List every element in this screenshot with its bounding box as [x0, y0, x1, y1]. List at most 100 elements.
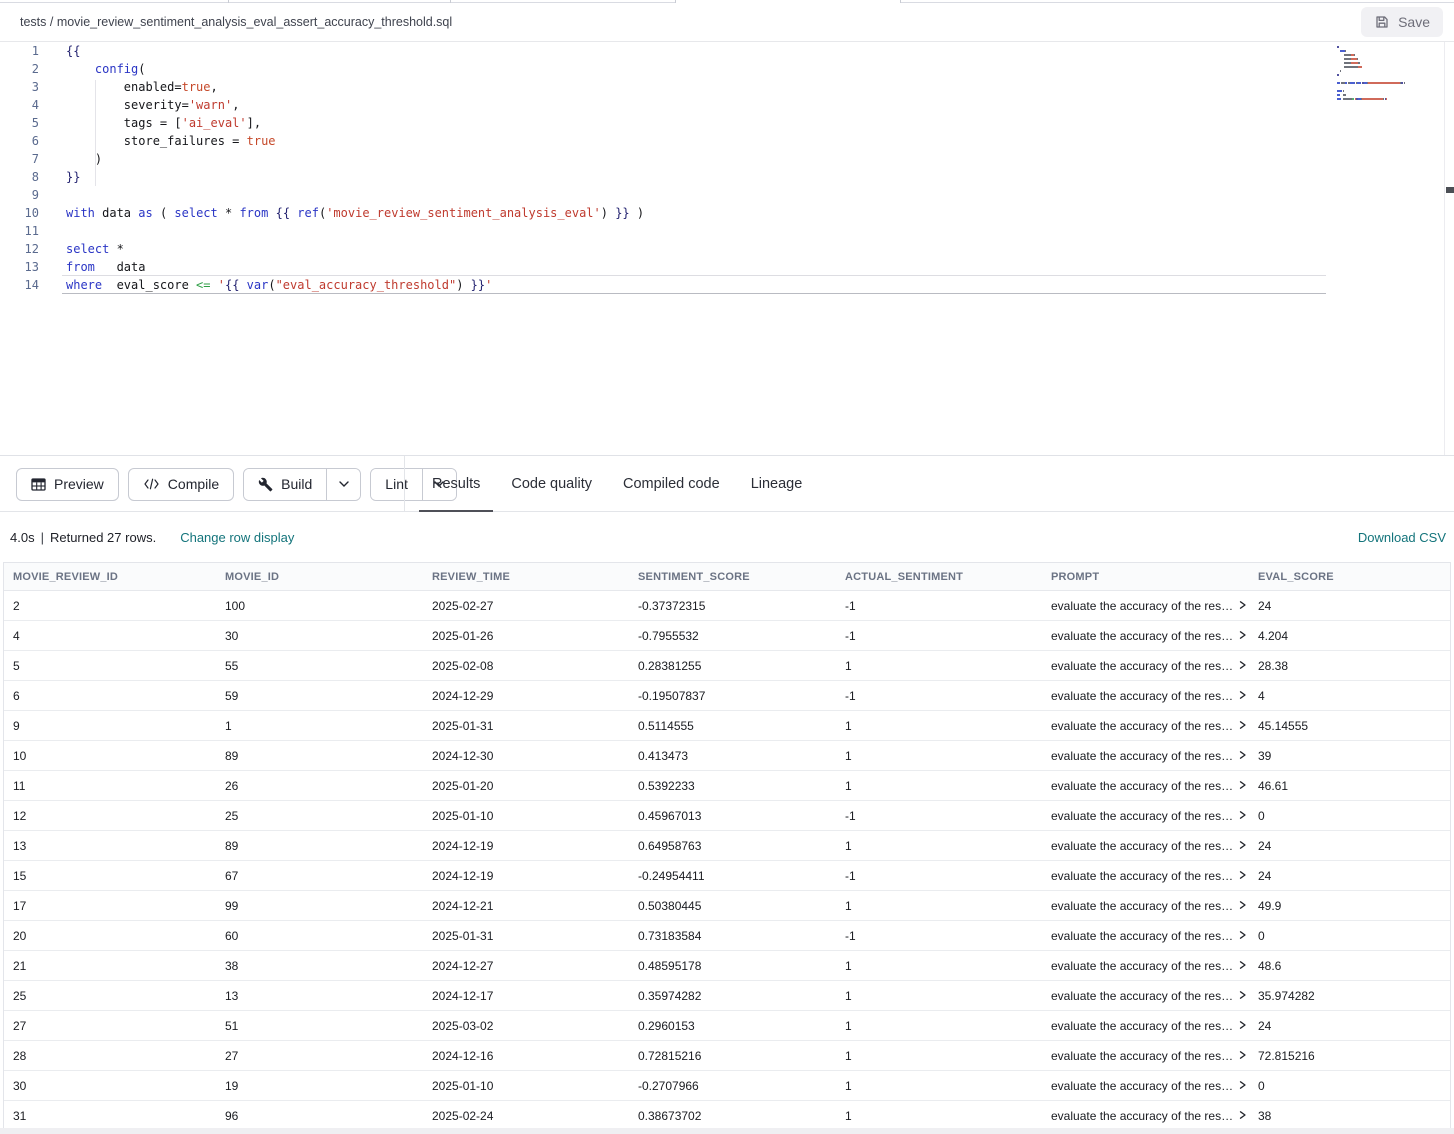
table-cell-eval-score: 45.14555 — [1249, 719, 1450, 733]
expand-prompt-chevron-icon[interactable] — [1238, 1080, 1247, 1090]
table-cell: 27 — [216, 1049, 423, 1063]
prompt-preview-text: evaluate the accuracy of the res… — [1051, 869, 1233, 883]
build-button[interactable]: Build — [244, 469, 326, 500]
chevron-down-icon — [339, 481, 349, 487]
expand-prompt-chevron-icon[interactable] — [1238, 1050, 1247, 1060]
table-cell-prompt: evaluate the accuracy of the res… — [1042, 659, 1249, 673]
expand-prompt-chevron-icon[interactable] — [1238, 1020, 1247, 1030]
minimap[interactable] — [1337, 46, 1417, 102]
table-cell: -1 — [836, 629, 1042, 643]
prompt-preview-text: evaluate the accuracy of the res… — [1051, 779, 1233, 793]
table-cell-eval-score: 24 — [1249, 869, 1450, 883]
expand-prompt-chevron-icon[interactable] — [1238, 1110, 1247, 1120]
build-dropdown-button[interactable] — [326, 469, 360, 500]
code-editor[interactable]: 1{{2 config(3 enabled=true,4 severity='w… — [0, 42, 1454, 455]
table-cell: 0.72815216 — [629, 1049, 836, 1063]
table-cell: 1 — [836, 749, 1042, 763]
table-cell: 89 — [216, 749, 423, 763]
expand-prompt-chevron-icon[interactable] — [1238, 780, 1247, 790]
table-cell: -0.2707966 — [629, 1079, 836, 1093]
table-cell-prompt: evaluate the accuracy of the res… — [1042, 959, 1249, 973]
table-cell: 0.45967013 — [629, 809, 836, 823]
table-cell: -0.24954411 — [629, 869, 836, 883]
table-cell-eval-score: 35.974282 — [1249, 989, 1450, 1003]
horizontal-scrollbar-track[interactable] — [0, 1128, 1454, 1134]
table-row: 12252025-01-100.45967013-1evaluate the a… — [4, 801, 1450, 831]
expand-prompt-chevron-icon[interactable] — [1238, 960, 1247, 970]
line-number: 11 — [0, 222, 56, 240]
expand-prompt-chevron-icon[interactable] — [1238, 810, 1247, 820]
expand-prompt-chevron-icon[interactable] — [1238, 840, 1247, 850]
table-row: 21002025-02-27-0.37372315-1evaluate the … — [4, 591, 1450, 621]
prompt-preview-text: evaluate the accuracy of the res… — [1051, 719, 1233, 733]
download-csv-link[interactable]: Download CSV — [1358, 530, 1446, 545]
preview-button[interactable]: Preview — [16, 468, 119, 501]
expand-prompt-chevron-icon[interactable] — [1238, 900, 1247, 910]
save-button[interactable]: Save — [1361, 7, 1443, 37]
expand-prompt-chevron-icon[interactable] — [1238, 870, 1247, 880]
table-cell-prompt: evaluate the accuracy of the res… — [1042, 989, 1249, 1003]
table-cell: 28 — [4, 1049, 216, 1063]
expand-prompt-chevron-icon[interactable] — [1238, 660, 1247, 670]
expand-prompt-chevron-icon[interactable] — [1238, 600, 1247, 610]
column-header-movie_review_id: MOVIE_REVIEW_ID — [4, 571, 216, 583]
tab-lineage[interactable]: Lineage — [751, 456, 803, 512]
table-cell: 0.50380445 — [629, 899, 836, 913]
compile-button[interactable]: Compile — [128, 468, 234, 501]
scrollbar-thumb[interactable] — [1446, 187, 1454, 193]
table-cell: 27 — [4, 1019, 216, 1033]
tab-results[interactable]: Results — [432, 456, 480, 512]
table-cell: 2025-01-10 — [423, 809, 629, 823]
table-cell: 2024-12-29 — [423, 689, 629, 703]
table-cell-prompt: evaluate the accuracy of the res… — [1042, 689, 1249, 703]
expand-prompt-chevron-icon[interactable] — [1238, 930, 1247, 940]
table-grid-icon — [31, 477, 46, 492]
table-cell: 55 — [216, 659, 423, 673]
table-cell: 6 — [4, 689, 216, 703]
code-line: 3 enabled=true, — [0, 78, 1454, 96]
code-line: 5 tags = ['ai_eval'], — [0, 114, 1454, 132]
expand-prompt-chevron-icon[interactable] — [1238, 750, 1247, 760]
prompt-preview-text: evaluate the accuracy of the res… — [1051, 839, 1233, 853]
prompt-preview-text: evaluate the accuracy of the res… — [1051, 989, 1233, 1003]
table-cell: 11 — [4, 779, 216, 793]
status-separator: | — [41, 530, 44, 545]
results-table: MOVIE_REVIEW_IDMOVIE_IDREVIEW_TIMESENTIM… — [3, 562, 1451, 1131]
table-cell: 89 — [216, 839, 423, 853]
table-cell: 10 — [4, 749, 216, 763]
code-line: 4 severity='warn', — [0, 96, 1454, 114]
table-cell: 1 — [836, 989, 1042, 1003]
code-line: 12select * — [0, 240, 1454, 258]
save-icon — [1374, 14, 1390, 30]
expand-prompt-chevron-icon[interactable] — [1238, 690, 1247, 700]
table-row: 4302025-01-26-0.7955532-1evaluate the ac… — [4, 621, 1450, 651]
active-line-highlight — [62, 275, 1326, 294]
line-number: 10 — [0, 204, 56, 222]
table-row: 25132024-12-170.359742821evaluate the ac… — [4, 981, 1450, 1011]
table-cell: 1 — [836, 659, 1042, 673]
table-cell: 2024-12-30 — [423, 749, 629, 763]
table-cell: 30 — [4, 1079, 216, 1093]
tab-compiled-code[interactable]: Compiled code — [623, 456, 720, 512]
tab-code-quality[interactable]: Code quality — [511, 456, 592, 512]
table-cell: 13 — [4, 839, 216, 853]
table-cell: 25 — [216, 809, 423, 823]
code-icon — [143, 478, 160, 490]
expand-prompt-chevron-icon[interactable] — [1238, 990, 1247, 1000]
editor-right-border — [1444, 42, 1445, 455]
table-cell: 96 — [216, 1109, 423, 1123]
code-line: 8}} — [0, 168, 1454, 186]
expand-prompt-chevron-icon[interactable] — [1238, 630, 1247, 640]
query-status-bar: 4.0s | Returned 27 rows. Change row disp… — [0, 512, 1454, 562]
breadcrumb: tests / movie_review_sentiment_analysis_… — [20, 15, 452, 29]
prompt-preview-text: evaluate the accuracy of the res… — [1051, 689, 1233, 703]
table-row: 11262025-01-200.53922331evaluate the acc… — [4, 771, 1450, 801]
expand-prompt-chevron-icon[interactable] — [1238, 720, 1247, 730]
table-cell-prompt: evaluate the accuracy of the res… — [1042, 1109, 1249, 1123]
change-row-display-link[interactable]: Change row display — [180, 530, 294, 545]
table-cell-eval-score: 0 — [1249, 929, 1450, 943]
table-cell: 0.38673702 — [629, 1109, 836, 1123]
table-cell: 38 — [216, 959, 423, 973]
prompt-preview-text: evaluate the accuracy of the res… — [1051, 809, 1233, 823]
code-line: 6 store_failures = true — [0, 132, 1454, 150]
